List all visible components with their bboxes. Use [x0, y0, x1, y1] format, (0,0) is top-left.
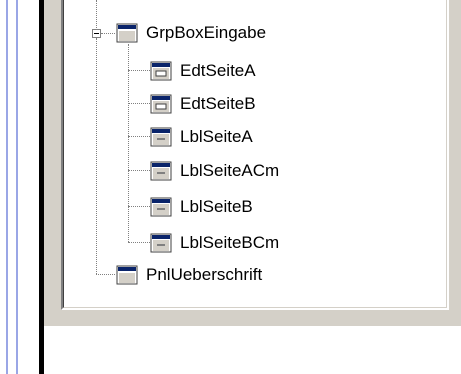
tree-node-label-control[interactable]: LblSeiteBCm [150, 229, 279, 257]
panel-icon [116, 264, 138, 286]
tree-node-label: PnlUeberschrift [146, 265, 263, 284]
tree-node-label: LblSeiteA [180, 127, 253, 146]
tree-connector [128, 44, 129, 242]
tree-connector [96, 38, 97, 274]
collapse-toggle-icon[interactable] [92, 29, 101, 38]
groupbox-icon [116, 22, 138, 44]
tree-node-label: LblSeiteB [180, 197, 253, 216]
tree-connector [128, 136, 150, 137]
tree-connector [96, 0, 97, 28]
left-edge-strip [0, 0, 22, 374]
tree-node-edit[interactable]: EdtSeiteA [150, 57, 256, 85]
left-edge-line [6, 0, 8, 374]
tree-connector [128, 103, 150, 104]
tree-connector [96, 274, 115, 275]
left-edge-line [16, 0, 18, 374]
tree-node-label: EdtSeiteB [180, 94, 256, 113]
tree-connector [128, 242, 150, 243]
tree-node-label-control[interactable]: LblSeiteACm [150, 157, 279, 185]
pane-bottom-area [44, 326, 461, 374]
tree-node-label: LblSeiteBCm [180, 233, 280, 252]
tree-node-label-control[interactable]: LblSeiteB [150, 193, 253, 221]
tree-node-label: GrpBoxEingabe [146, 23, 267, 42]
label-control-icon [150, 232, 172, 254]
edit-control-icon [150, 60, 172, 82]
label-control-icon [150, 160, 172, 182]
tree-node-label: LblSeiteACm [180, 161, 280, 180]
tree-connector [128, 70, 150, 71]
tree-node-label: EdtSeiteA [180, 61, 256, 80]
tree-node-edit[interactable]: EdtSeiteB [150, 90, 256, 118]
tree-connector [101, 33, 115, 34]
label-control-icon [150, 196, 172, 218]
tree-node-groupbox[interactable]: GrpBoxEingabe [116, 19, 266, 47]
tree-connector [128, 206, 150, 207]
tree-node-panel[interactable]: PnlUeberschrift [116, 261, 262, 289]
tree-connector [128, 170, 150, 171]
edit-control-icon [150, 93, 172, 115]
label-control-icon [150, 126, 172, 148]
tree-node-label-control[interactable]: LblSeiteA [150, 123, 253, 151]
